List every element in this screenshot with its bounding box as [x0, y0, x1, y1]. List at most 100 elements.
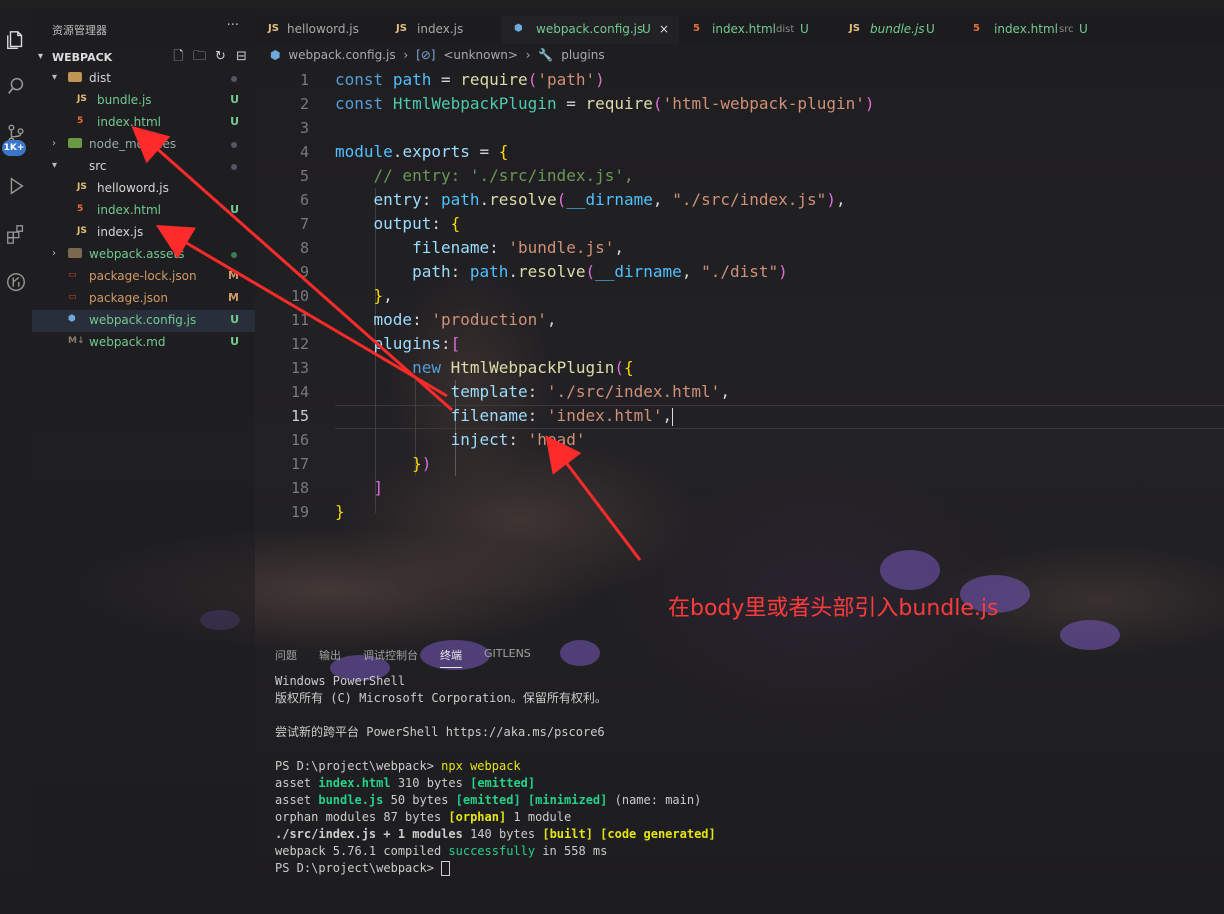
js-file-icon: JS: [268, 23, 279, 34]
tree-file-src-index-html[interactable]: 5 index.html U: [32, 200, 255, 222]
tab-label: webpack.config.js: [536, 22, 644, 36]
tab-terminal[interactable]: 终端: [440, 647, 462, 668]
tree-file-package-json[interactable]: ▭ package.json M: [32, 288, 255, 310]
tree-folder-node-modules[interactable]: › node_modules: [32, 134, 255, 156]
tree-folder-src[interactable]: ▾ src: [32, 156, 255, 178]
terminal-text: ./src/index.js: [275, 827, 377, 841]
terminal-text: bundle.js: [318, 793, 384, 807]
terminal-text: 140 bytes: [462, 827, 543, 841]
tree-file-package-lock-json[interactable]: ▭ package-lock.json M: [32, 266, 255, 288]
run-debug-icon[interactable]: [0, 166, 32, 206]
tree-file-webpack-md[interactable]: M↓ webpack.md U: [32, 332, 255, 354]
line-number: 19: [290, 503, 309, 521]
code-line: ]: [373, 478, 384, 497]
tab-debug-console[interactable]: 调试控制台: [363, 647, 418, 668]
breadcrumb-file[interactable]: webpack.config.js: [288, 48, 395, 62]
collapse-all-icon[interactable]: ⊟: [234, 49, 249, 64]
status-dot: [231, 252, 237, 258]
tree-item-label: index.html: [97, 203, 161, 217]
line-number: 6: [299, 191, 309, 209]
terminal-text: [orphan]: [448, 810, 507, 824]
breadcrumb-property[interactable]: plugins: [561, 48, 604, 62]
tab-webpack-config-js[interactable]: ⬢ webpack.config.js U ×: [501, 16, 679, 44]
bottom-panel: 问题 输出 调试控制台 终端 GITLENS Windows PowerShel…: [255, 635, 1224, 914]
tree-folder-webpack-assets[interactable]: › webpack.assets: [32, 244, 255, 266]
folder-icon: [68, 248, 82, 261]
git-status: M: [228, 269, 239, 282]
tab-description: src: [1059, 24, 1074, 35]
terminal-text: successfully: [448, 844, 536, 858]
webpack-file-icon: ⬢: [270, 48, 281, 62]
search-icon[interactable]: [0, 66, 32, 106]
gitlens-icon[interactable]: [0, 262, 32, 302]
code-line: path: path.resolve(__dirname, "./dist"): [412, 262, 788, 281]
tab-bundle-js[interactable]: JS bundle.js U: [835, 16, 959, 44]
code-line: output: {: [373, 214, 461, 233]
tab-dist-index-html[interactable]: 5 index.html dist U: [679, 16, 835, 44]
new-folder-icon[interactable]: 🗀: [192, 49, 207, 64]
close-icon[interactable]: ×: [659, 22, 669, 36]
js-file-icon: JS: [396, 23, 407, 34]
git-status: U: [230, 203, 239, 216]
property-icon: 🔧: [538, 48, 554, 62]
workspace-name: WEBPACK: [52, 51, 113, 64]
code-line: inject: 'head': [450, 430, 586, 449]
line-number: 7: [299, 215, 309, 233]
tree-file-webpack-config-js[interactable]: ⬢ webpack.config.js U: [32, 310, 255, 332]
line-number: 1: [299, 71, 309, 89]
line-number: 12: [290, 335, 309, 353]
line-number: 16: [290, 431, 309, 449]
tree-file-index-js[interactable]: JS index.js: [32, 222, 255, 244]
line-number: 4: [299, 143, 309, 161]
chevron-right-icon: ›: [52, 248, 56, 259]
code-line: const path = require('path'): [335, 70, 605, 89]
tab-problems[interactable]: 问题: [275, 647, 297, 668]
terminal-line: Windows PowerShell: [275, 674, 406, 688]
line-number: 5: [299, 167, 309, 185]
tree-folder-dist[interactable]: ▾ dist: [32, 68, 255, 90]
tab-description: dist: [776, 24, 795, 35]
explorer-icon[interactable]: [0, 20, 32, 60]
terminal[interactable]: Windows PowerShell 版权所有 (C) Microsoft Co…: [275, 673, 716, 877]
terminal-prompt: PS D:\project\webpack>: [275, 861, 442, 875]
tree-item-label: src: [89, 159, 107, 173]
terminal-line: 版权所有 (C) Microsoft Corporation。保留所有权利。: [275, 691, 607, 705]
tree-item-label: dist: [89, 71, 111, 85]
code-line: template: './src/index.html',: [450, 382, 730, 401]
explorer-sidebar: 资源管理器 ··· ▾ WEBPACK 🗋 🗀 ↻ ⊟ ▾ dist JS bu…: [32, 8, 255, 914]
html-file-icon: 5: [693, 23, 700, 34]
tree-item-label: webpack.md: [89, 335, 166, 349]
npm-file-icon: ▭: [68, 292, 77, 302]
tab-output[interactable]: 输出: [319, 647, 341, 668]
webpack-file-icon: ⬢: [68, 314, 76, 324]
more-actions-icon[interactable]: ···: [227, 18, 239, 33]
tree-item-label: package-lock.json: [89, 269, 197, 283]
braces-icon: [⊘]: [416, 48, 436, 62]
extensions-icon[interactable]: [0, 214, 32, 254]
code-editor[interactable]: 1 2 3 4 5 6 7 8 9 10 11 12 13 14 15 16 1…: [255, 68, 1224, 628]
terminal-text: [code generated]: [600, 827, 716, 841]
tab-label: helloword.js: [287, 22, 359, 36]
terminal-text: [built]: [542, 827, 593, 841]
workspace-section-header[interactable]: ▾ WEBPACK 🗋 🗀 ↻ ⊟: [32, 48, 255, 68]
terminal-text: [minimized]: [527, 793, 608, 807]
line-number: 11: [290, 311, 309, 329]
git-status: U: [230, 115, 239, 128]
refresh-icon[interactable]: ↻: [213, 49, 228, 64]
line-number: 17: [290, 455, 309, 473]
tab-helloword-js[interactable]: JS helloword.js: [255, 16, 383, 44]
tab-src-index-html[interactable]: 5 index.html src U: [959, 16, 1099, 44]
code-line: filename: 'index.html',: [450, 406, 674, 426]
tab-label: bundle.js: [870, 22, 925, 36]
tab-gitlens[interactable]: GITLENS: [484, 647, 531, 668]
new-file-icon[interactable]: 🗋: [171, 49, 186, 64]
line-number: 2: [299, 95, 309, 113]
tree-file-bundle-js[interactable]: JS bundle.js U: [32, 90, 255, 112]
tab-index-js[interactable]: JS index.js: [383, 16, 501, 44]
tree-file-dist-index-html[interactable]: 5 index.html U: [32, 112, 255, 134]
breadcrumb-symbol[interactable]: <unknown>: [443, 48, 518, 62]
line-number: 18: [290, 479, 309, 497]
tree-file-helloword-js[interactable]: JS helloword.js: [32, 178, 255, 200]
html-file-icon: 5: [77, 116, 84, 126]
tree-item-label: webpack.config.js: [89, 313, 197, 327]
